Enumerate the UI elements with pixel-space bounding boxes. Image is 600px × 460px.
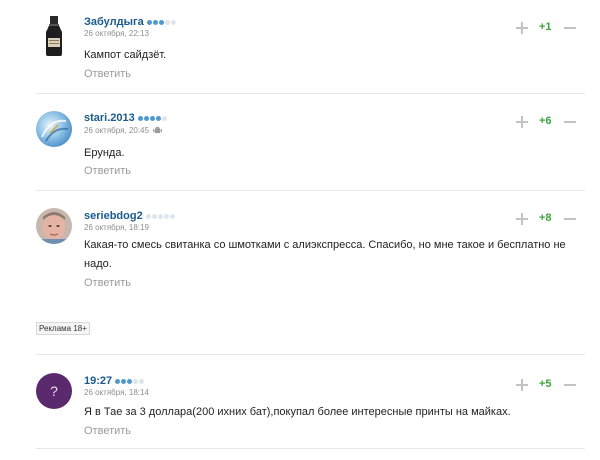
author-name[interactable]: 19:27 [84,375,112,387]
rating-dot [139,378,145,384]
comments-list: Забулдыга 26 октября, 22:13 Кампот сайдз… [0,0,600,460]
rating-dot [143,115,149,121]
rating-dot [152,19,158,25]
upvote-icon[interactable] [516,22,528,34]
comment: Забулдыга 26 октября, 22:13 Кампот сайдз… [0,14,600,84]
reply-button[interactable]: Ответить [84,165,131,177]
vote-control: +6 [516,115,576,130]
vote-control: +1 [516,21,576,36]
rating-dot [163,213,169,219]
divider [36,354,585,355]
rating-dot [164,19,170,25]
rating-dot [137,115,143,121]
rating-dots [137,115,167,121]
rating-dot [145,213,151,219]
rating-dots [115,378,145,384]
rating-dot [161,115,167,121]
downvote-icon[interactable] [564,27,576,29]
rating-dot [155,115,161,121]
comment-date-text: 26 октября, 20:45 [84,126,149,135]
avatar[interactable] [40,16,68,56]
downvote-icon[interactable] [564,121,576,123]
rating-dot [121,378,127,384]
upvote-icon[interactable] [516,379,528,391]
comment-date: 26 октября, 22:13 [84,29,149,38]
vote-score: +1 [539,21,552,33]
author-name[interactable]: stari.2013 [84,112,135,124]
rating-dot [158,19,164,25]
rating-dot [133,378,139,384]
vote-control: +8 [516,212,576,227]
comment-text: Кампот сайдзёт. [84,49,167,61]
vote-score: +5 [539,378,552,390]
comment-text: Я в Тае за 3 доллара(200 ихних бат),поку… [84,406,511,418]
upvote-icon[interactable] [516,116,528,128]
rating-dot [146,19,152,25]
author-name[interactable]: seriebdog2 [84,210,143,222]
comment-date: 26 октября, 18:19 [84,223,149,232]
vote-score: +6 [539,115,552,127]
comment-text: Ерунда. [84,147,125,159]
comment-date: 26 октября, 18:14 [84,388,149,397]
avatar[interactable] [36,208,72,244]
comment-date: 26 октября, 20:45 [84,125,162,136]
avatar[interactable] [36,111,72,147]
comment-text: Какая-то смесь свитанка со шмотками с ал… [84,239,566,270]
android-icon [152,125,162,136]
ad-badge: Реклама 18+ [36,322,90,335]
rating-dot [170,19,176,25]
avatar[interactable]: ? [36,373,72,409]
reply-button[interactable]: Ответить [84,277,131,289]
upvote-icon[interactable] [516,213,528,225]
divider [36,93,585,94]
rating-dot [151,213,157,219]
downvote-icon[interactable] [564,218,576,220]
reply-button[interactable]: Ответить [84,425,131,437]
rating-dot [115,378,121,384]
vote-score: +8 [539,212,552,224]
rating-dot [169,213,175,219]
vote-control: +5 [516,378,576,393]
comment: ? 19:27 26 октября, 18:14 Я в Тае за 3 д… [0,373,600,443]
downvote-icon[interactable] [564,384,576,386]
rating-dots [145,213,175,219]
rating-dot [149,115,155,121]
comment: seriebdog2 26 октября, 18:19 Какая-то см… [0,208,600,298]
divider [36,448,585,449]
rating-dots [146,19,176,25]
reply-button[interactable]: Ответить [84,68,131,80]
rating-dot [127,378,133,384]
author-name[interactable]: Забулдыга [84,16,144,28]
question-mark-icon: ? [50,383,58,399]
rating-dot [157,213,163,219]
comment: stari.2013 26 октября, 20:45 Ерунда. Отв… [0,110,600,180]
divider [36,190,585,191]
